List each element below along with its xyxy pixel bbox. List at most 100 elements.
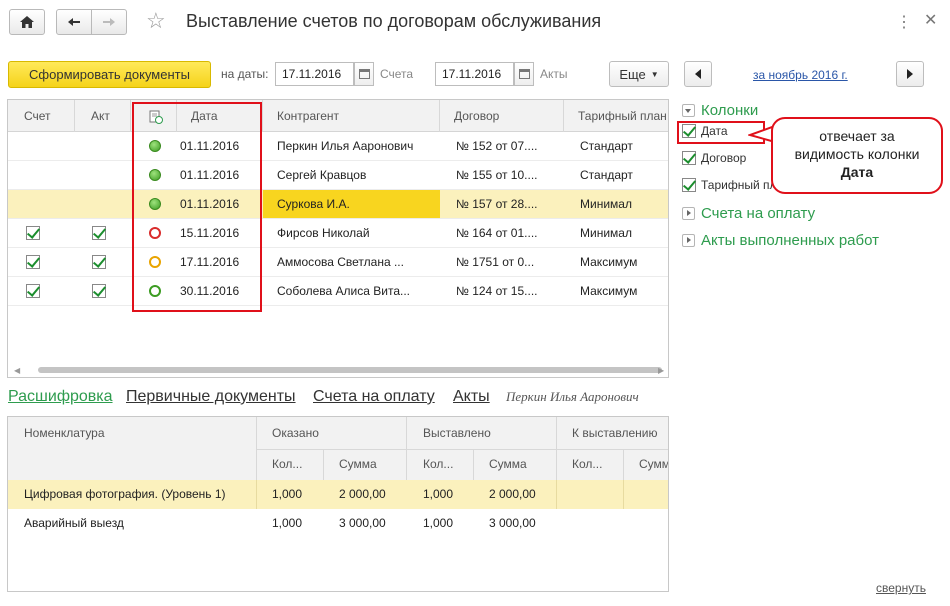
section-invoices[interactable]: Счета на оплату — [682, 205, 815, 222]
row-counterparty: Аммосова Светлана ... — [277, 255, 404, 269]
column-counterparty[interactable]: Контрагент — [263, 100, 440, 132]
row-plan: Минимал — [580, 197, 632, 211]
home-button[interactable] — [9, 9, 45, 35]
documents-table: Счет Акт Дата Контрагент Договор Тарифны… — [7, 99, 669, 378]
act-checkbox[interactable] — [92, 226, 106, 240]
column-plan[interactable]: Тарифный план — [564, 100, 668, 132]
column-nomenclature[interactable]: Номенклатура — [24, 426, 105, 440]
link-acts[interactable]: Акты — [453, 388, 490, 406]
link-invoices[interactable]: Счета на оплату — [313, 388, 435, 406]
dates-label: на даты: — [221, 67, 269, 81]
row-contract: № 155 от 10.... — [456, 168, 538, 182]
window-menu-icon[interactable]: ⋮ — [896, 12, 912, 32]
contract-checkbox[interactable] — [682, 151, 696, 165]
row-nomenclature: Цифровая фотография. (Уровень 1) — [24, 487, 226, 501]
details-table: Номенклатура Оказано Выставлено К выстав… — [7, 416, 669, 592]
subcolumn-qty[interactable]: Кол... — [572, 457, 602, 471]
row-plan: Стандарт — [580, 139, 633, 153]
invoice-checkbox[interactable] — [26, 226, 40, 240]
calendar-icon — [358, 69, 370, 79]
row-counterparty: Соболева Алиса Вита... — [277, 284, 411, 298]
column-contract[interactable]: Договор — [440, 100, 564, 132]
callout-bold-text: Дата — [840, 164, 874, 180]
section-acts[interactable]: Акты выполненных работ — [682, 232, 879, 249]
column-to-issue[interactable]: К выставлению — [572, 426, 657, 440]
table-row[interactable]: 01.11.2016 Перкин Илья Ааронович № 152 о… — [8, 132, 668, 161]
row-plan: Максимум — [580, 255, 638, 269]
plan-checkbox[interactable] — [682, 178, 696, 192]
subcolumn-sum[interactable]: Сумма — [489, 457, 527, 471]
details-row[interactable]: Аварийный выезд 1,000 3 000,00 1,000 3 0… — [8, 509, 668, 538]
row-contract: № 157 от 28.... — [456, 197, 538, 211]
scroll-right-icon[interactable]: ▶ — [658, 366, 664, 375]
link-primary-documents[interactable]: Первичные документы — [126, 388, 296, 406]
period-next-button[interactable] — [896, 61, 924, 87]
period-link[interactable]: за ноябрь 2016 г. — [753, 68, 848, 82]
horizontal-scrollbar[interactable] — [38, 367, 662, 373]
forward-button[interactable] — [91, 9, 127, 35]
act-checkbox[interactable] — [92, 284, 106, 298]
row-contract: № 1751 от 0... — [456, 255, 535, 269]
table-row[interactable]: 30.11.2016 Соболева Алиса Вита... № 124 … — [8, 277, 668, 306]
calendar-icon — [518, 69, 530, 79]
row-contract: № 124 от 15.... — [456, 284, 538, 298]
callout-line-1: отвечает за — [819, 128, 895, 144]
acts-calendar-button[interactable] — [514, 62, 534, 86]
invoices-calendar-button[interactable] — [354, 62, 374, 86]
callout-note: отвечает за видимость колонки Дата — [771, 117, 943, 194]
favorite-star-icon[interactable]: ☆ — [146, 9, 166, 33]
date-column-highlight — [132, 102, 262, 312]
link-decoding[interactable]: Расшифровка — [8, 388, 113, 406]
current-counterparty: Перкин Илья Ааронович — [506, 389, 639, 404]
row-rendered-sum: 2 000,00 — [339, 487, 386, 501]
divider — [556, 480, 557, 509]
table-header: Счет Акт Дата Контрагент Договор Тарифны… — [8, 100, 668, 132]
row-nomenclature: Аварийный выезд — [24, 516, 124, 530]
subcolumn-qty[interactable]: Кол... — [272, 457, 302, 471]
option-contract[interactable]: Договор — [682, 151, 746, 165]
row-plan: Минимал — [580, 226, 632, 240]
table-row-selected[interactable]: 01.11.2016 Суркова И.А. № 157 от 28.... … — [8, 190, 668, 219]
invoice-checkbox[interactable] — [26, 255, 40, 269]
subcolumn-sum[interactable]: Сумм — [639, 457, 668, 471]
back-button[interactable] — [56, 9, 92, 35]
row-issued-qty: 1,000 — [423, 516, 454, 530]
chevron-down-icon — [682, 104, 695, 117]
column-act[interactable]: Акт — [75, 100, 131, 132]
divider — [256, 480, 257, 509]
invoices-label: Счета — [380, 67, 414, 81]
callout-line-3: Дата — [773, 163, 941, 181]
row-plan: Максимум — [580, 284, 638, 298]
page-title: Выставление счетов по договорам обслужив… — [186, 11, 602, 31]
section-columns[interactable]: Колонки — [682, 102, 758, 119]
more-button[interactable]: Еще ▼ — [609, 61, 669, 87]
chevron-right-icon — [907, 69, 913, 79]
close-icon[interactable]: ✕ — [924, 10, 937, 30]
table-row[interactable]: 17.11.2016 Аммосова Светлана ... № 1751 … — [8, 248, 668, 277]
acts-date-input[interactable]: 17.11.2016 — [435, 62, 514, 86]
subcolumn-qty[interactable]: Кол... — [423, 457, 453, 471]
subcolumn-sum[interactable]: Сумма — [339, 457, 377, 471]
generate-documents-button[interactable]: Сформировать документы — [8, 61, 211, 88]
act-checkbox[interactable] — [92, 255, 106, 269]
divider — [256, 449, 668, 450]
invoices-date-input[interactable]: 17.11.2016 — [275, 62, 354, 86]
arrow-left-icon — [68, 18, 80, 26]
row-counterparty: Перкин Илья Ааронович — [277, 139, 414, 153]
divider — [623, 480, 624, 509]
scroll-left-icon[interactable]: ◀ — [14, 366, 20, 375]
invoice-checkbox[interactable] — [26, 284, 40, 298]
collapse-link[interactable]: свернуть — [876, 581, 926, 595]
table-row[interactable]: 01.11.2016 Сергей Кравцов № 155 от 10...… — [8, 161, 668, 190]
period-prev-button[interactable] — [684, 61, 712, 87]
column-issued[interactable]: Выставлено — [423, 426, 491, 440]
details-row-selected[interactable]: Цифровая фотография. (Уровень 1) 1,000 2… — [8, 480, 668, 509]
row-issued-sum: 2 000,00 — [489, 487, 536, 501]
row-plan: Стандарт — [580, 168, 633, 182]
acts-label: Акты — [540, 67, 568, 81]
column-rendered[interactable]: Оказано — [272, 426, 319, 440]
column-invoice[interactable]: Счет — [8, 100, 75, 132]
chevron-left-icon — [695, 69, 701, 79]
table-row[interactable]: 15.11.2016 Фирсов Николай № 164 от 01...… — [8, 219, 668, 248]
callout-line-2: видимость колонки — [794, 146, 920, 162]
